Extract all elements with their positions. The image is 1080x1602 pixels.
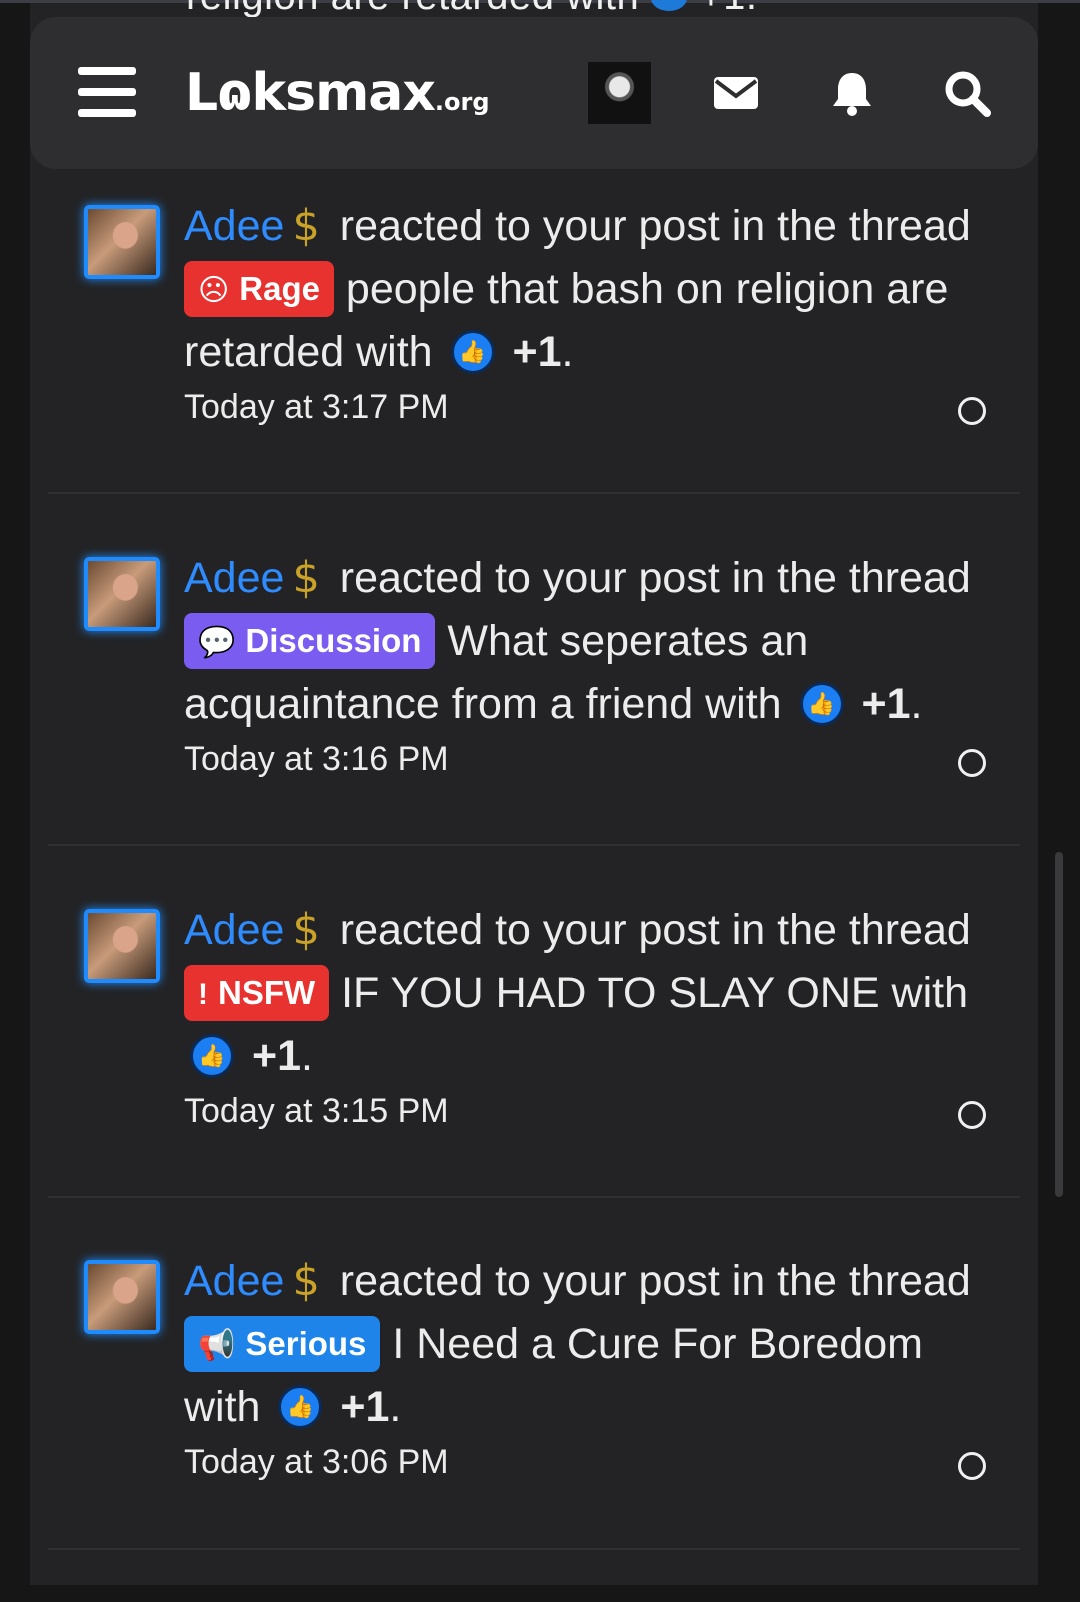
thread-title-link[interactable]: I Need a Cure For Boredom [380,1320,923,1368]
thread-prefix-badge[interactable]: 💬 Discussion [184,612,436,669]
notification-text: Adee $ reacted to your post in the thread… [184,905,971,1080]
like-icon: 👍 [799,681,844,726]
menu-icon[interactable] [78,67,136,117]
divider [48,1196,1020,1198]
notification-time: Today at 3:16 PM [184,740,449,778]
user-avatar[interactable] [84,557,160,631]
thread-title-link[interactable]: IF YOU HAD TO SLAY ONE [329,969,879,1017]
notification-text: Adee $ reacted to your post in the thread… [184,1256,971,1431]
mark-read-toggle[interactable] [958,1452,986,1480]
dollar-badge-icon: $ [292,201,320,251]
username-link[interactable]: Adee [184,202,284,250]
site-header: Lɷksmax.org [30,17,1038,169]
bell-icon[interactable] [828,69,876,117]
notification-item[interactable]: Adee $ reacted to your post in the thread… [30,547,1038,899]
username-link[interactable]: Adee [184,554,284,602]
site-logo[interactable]: Lɷksmax.org [185,63,490,123]
thread-prefix-badge[interactable]: ! NSFW [184,964,330,1021]
notification-time: Today at 3:06 PM [184,1443,449,1481]
dollar-badge-icon: $ [292,1256,320,1306]
thread-prefix-badge[interactable]: ☹ Rage [184,260,334,317]
exclamation-circle-icon: ! [198,977,208,1011]
like-icon: 👍 [450,329,495,374]
mark-read-toggle[interactable] [958,397,986,425]
user-avatar[interactable] [84,205,160,279]
notification-text: Adee $ reacted to your post in the thread… [184,553,971,728]
dollar-badge-icon: $ [292,553,320,603]
username-link[interactable]: Adee [184,1257,284,1305]
user-avatar[interactable] [84,909,160,983]
like-icon [651,0,688,12]
like-icon: 👍 [190,1033,234,1078]
notification-time: Today at 3:15 PM [184,1092,449,1130]
divider [48,492,1020,494]
divider [48,844,1020,846]
divider [48,1548,1020,1550]
megaphone-icon: 📢 [198,1328,236,1362]
notification-text: Adee $ reacted to your post in the thread… [184,201,971,376]
scrollbar[interactable] [1055,852,1063,1197]
mail-icon[interactable] [712,69,760,117]
notification-item[interactable]: Adee $ reacted to your post in the thread… [30,195,1038,547]
user-avatar[interactable] [588,62,651,124]
notification-item[interactable]: Adee $ reacted to your post in the thread… [30,899,1038,1251]
mark-read-toggle[interactable] [958,1101,986,1129]
like-icon: 👍 [278,1384,323,1429]
search-icon[interactable] [943,69,991,117]
notification-time: Today at 3:17 PM [184,388,449,426]
dollar-badge-icon: $ [292,905,320,955]
chat-bubbles-icon: 💬 [198,625,236,659]
thread-prefix-badge[interactable]: 📢 Serious [184,1315,381,1372]
user-avatar[interactable] [84,1260,160,1334]
username-link[interactable]: Adee [184,906,284,954]
mark-read-toggle[interactable] [958,749,986,777]
angry-face-icon: ☹ [198,273,230,307]
